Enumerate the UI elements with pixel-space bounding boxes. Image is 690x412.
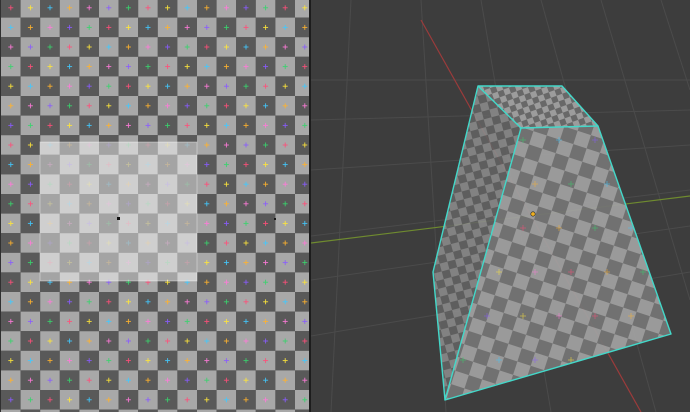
mesh-marker-plus (640, 181, 646, 187)
3d-viewport-panel[interactable] (311, 0, 690, 412)
uv-editing-workspace (0, 0, 690, 412)
mesh-marker-plus (628, 137, 634, 143)
uv-island-selected[interactable] (40, 142, 197, 281)
object-origin-icon[interactable] (530, 211, 536, 217)
uv-editor-panel[interactable] (0, 0, 309, 412)
uv-checker-tile (295, 0, 309, 18)
uv-2d-cursor-icon[interactable] (117, 217, 120, 220)
viewport-canvas[interactable] (311, 0, 690, 412)
uv-canvas[interactable] (0, 0, 309, 412)
uv-vertex (274, 218, 276, 220)
mesh-marker-plus (604, 357, 610, 363)
mesh-marker-plus (448, 137, 454, 143)
